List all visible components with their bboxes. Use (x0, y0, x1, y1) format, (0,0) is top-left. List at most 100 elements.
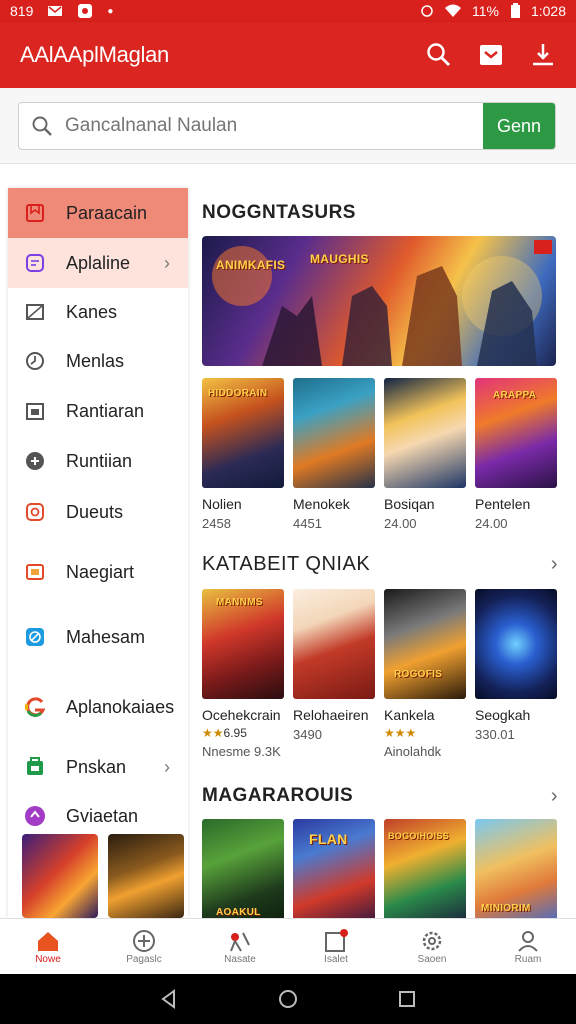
ribbon-icon (227, 928, 253, 954)
app-bar: AAlAAplMaglan (0, 22, 576, 88)
section-title-text: KATABEIT QNIAK (202, 552, 371, 575)
nav-label: Nasate (224, 954, 256, 965)
game-art (384, 378, 466, 488)
search-field-icon (19, 115, 65, 137)
game-art-text: MANNMS (216, 597, 263, 608)
sidebar-item-rantiaran[interactable]: Rantiaran (8, 386, 188, 436)
sidebar-item-pnskan[interactable]: Pnskan › (8, 746, 188, 788)
recents-icon[interactable] (397, 989, 417, 1009)
nav-label: Ruam (514, 954, 542, 965)
game-row: MANNMS Ocehekcrain ★★6.95 Nnesme 9.3K Re… (202, 589, 558, 759)
sidebar-item-menlas[interactable]: Menlas (8, 336, 188, 386)
game-rating: ★★6.95 (202, 726, 284, 740)
sidebar-item-label: Kanes (66, 301, 118, 322)
sidebar-item-aplanokaiaes[interactable]: Aplanokaiaes (8, 668, 188, 746)
sidebar-item-label: Mahesam (66, 626, 146, 647)
featured-banner[interactable]: ANIMKAFIS MAUGHIS (202, 236, 556, 366)
game-card[interactable]: Bosiqan 24.00 (384, 378, 466, 531)
game-name: Kankela (384, 707, 435, 723)
game-count: 24.00 (475, 516, 508, 531)
mail-notification-icon (48, 6, 63, 16)
banner-art (212, 240, 552, 366)
nav-isalet[interactable]: Isalet (288, 919, 384, 974)
bag-icon (24, 756, 46, 778)
search-button[interactable]: Genn (483, 103, 555, 149)
sidebar-item-dueuts[interactable]: Dueuts (8, 486, 188, 538)
back-icon[interactable] (159, 989, 179, 1009)
status-bar: 819 ● 11% 1:028 (0, 0, 576, 22)
nav-saoen[interactable]: Saoen (384, 919, 480, 974)
inbox-icon[interactable] (478, 42, 504, 68)
game-card[interactable]: Menokek 4451 (293, 378, 375, 531)
rating-value: 6.95 (223, 726, 247, 740)
game-card[interactable]: MINIORIM (475, 819, 557, 927)
nav-home[interactable]: Nowe (0, 919, 96, 974)
chevron-right-icon[interactable]: › (551, 785, 558, 808)
search-icon[interactable] (426, 42, 452, 68)
nav-label: Nowe (35, 954, 61, 965)
section-title-text: MAGARAROUIS (202, 785, 354, 806)
status-left-text: 819 (10, 3, 34, 19)
game-card[interactable]: ROGOFIS Kankela ★★★ Ainolahdk (384, 589, 466, 759)
game-art: AOAKUL (202, 819, 284, 927)
game-card[interactable]: Relohaeiren 3490 (293, 589, 375, 759)
sidebar-item-label: Pnskan (66, 756, 127, 777)
chevron-right-icon: › (164, 252, 170, 273)
bottom-navigation: Nowe Pagaslc Nasate Isalet Saoen Ruam (0, 918, 576, 974)
calendar-icon (24, 400, 46, 422)
home-icon (36, 928, 60, 954)
game-name: Ocehekcrain (202, 707, 281, 723)
game-card[interactable]: HIDDORAIN Nolien 2458 (202, 378, 284, 531)
download-icon[interactable] (530, 42, 556, 68)
search-input[interactable] (65, 115, 483, 137)
alarm-icon (24, 501, 46, 523)
section-title: MAGARAROUIS › (202, 781, 558, 811)
game-name: Bosiqan (384, 496, 435, 512)
game-thumbnail[interactable] (22, 834, 98, 918)
game-name: Pentelen (475, 496, 531, 512)
compass-icon (24, 626, 46, 648)
sidebar-item-mahesam[interactable]: Mahesam (8, 606, 188, 668)
game-card[interactable]: Seogkah 330.01 (475, 589, 557, 759)
home-button-icon[interactable] (277, 988, 299, 1010)
battery-icon (510, 3, 520, 18)
section-title: NOGGNTASURS (202, 198, 558, 228)
section-title-text: NOGGNTASURS (202, 202, 356, 223)
profile-icon (516, 928, 540, 954)
chat-icon (24, 252, 46, 274)
game-card[interactable]: AOAKUL (202, 819, 284, 927)
game-art-text: FLAN (309, 831, 348, 847)
star-rating: ★★ (202, 726, 224, 740)
game-art: HIDDORAIN (202, 378, 284, 488)
game-art: FLAN (293, 819, 375, 927)
game-art: BOGOIHOISS (384, 819, 466, 927)
game-card[interactable]: BOGOIHOISS (384, 819, 466, 927)
game-name: Relohaeiren (293, 707, 369, 723)
sidebar-item-runtiian[interactable]: Runtiian (8, 436, 188, 486)
game-art-text: HIDDORAIN (208, 388, 268, 399)
nav-nasate[interactable]: Nasate (192, 919, 288, 974)
chevron-right-icon[interactable]: › (551, 553, 558, 576)
game-art-text: BOGOIHOISS (388, 831, 450, 841)
nav-pagaslc[interactable]: Pagaslc (96, 919, 192, 974)
sidebar-item-aplaline[interactable]: Aplaline › (8, 238, 188, 288)
sidebar-item-kanes[interactable]: Kanes (8, 288, 188, 336)
sidebar-item-paraacain[interactable]: Paraacain (8, 188, 188, 238)
game-card[interactable]: FLAN (293, 819, 375, 927)
sidebar-item-naegiart[interactable]: Naegiart (8, 538, 188, 606)
game-art (293, 378, 375, 488)
puzzle-icon (24, 805, 46, 827)
game-art: ARAPPA (475, 378, 557, 488)
section-title: KATABEIT QNIAK › (202, 549, 558, 579)
alarm-status-icon (421, 5, 433, 17)
game-art-text: ARAPPA (493, 390, 537, 401)
game-art: ROGOFIS (384, 589, 466, 699)
game-thumbnail[interactable] (108, 834, 184, 918)
game-card[interactable]: ARAPPA Pentelen 24.00 (475, 378, 557, 531)
sidebar-item-label: Dueuts (66, 501, 124, 522)
game-card[interactable]: MANNMS Ocehekcrain ★★6.95 Nnesme 9.3K (202, 589, 284, 759)
game-count: 2458 (202, 516, 231, 531)
game-name: Seogkah (475, 707, 531, 723)
search-box: Genn (18, 102, 556, 150)
nav-ruam[interactable]: Ruam (480, 919, 576, 974)
